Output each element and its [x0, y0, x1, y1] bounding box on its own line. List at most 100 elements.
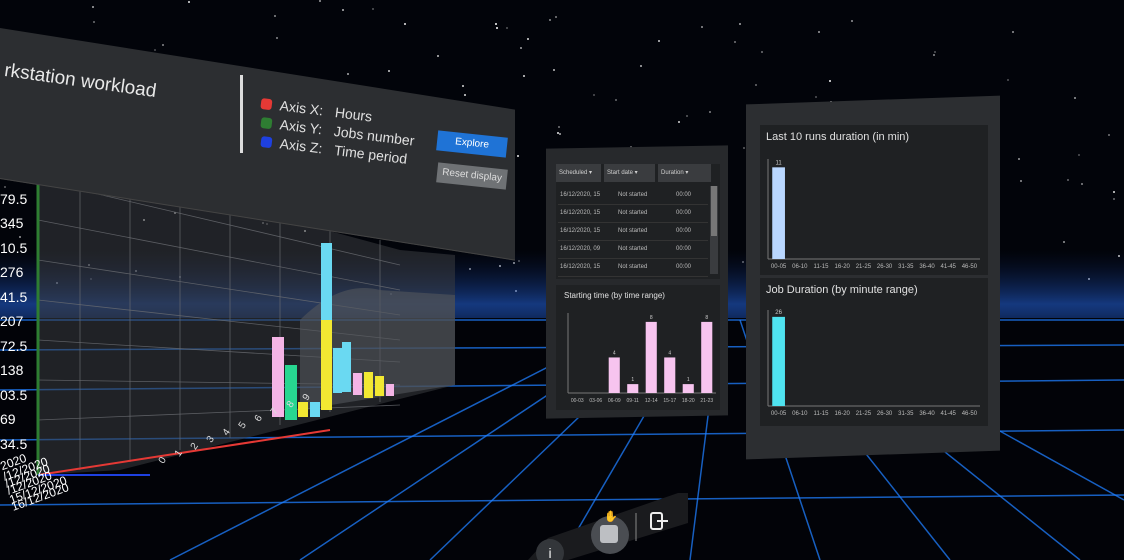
bar — [664, 357, 676, 393]
x-tick-label: 06-10 — [792, 264, 808, 270]
x-tick-label: 41-45 — [941, 411, 957, 417]
table-cell[interactable]: 16/12/2020, 15 — [560, 192, 600, 198]
table-cell[interactable]: 00:00 — [676, 210, 691, 216]
column-label: Duration — [661, 170, 684, 176]
x-tick-label: 09-11 — [627, 398, 640, 404]
last-runs-plot: 11 00-05 06-10 11-15 16-20 21-25 26-30 31-35 36-… — [767, 159, 980, 270]
x-tick-label: 7 — [268, 406, 281, 417]
table-cell[interactable]: 00:00 — [676, 192, 691, 198]
bar-value-label: 4 — [613, 350, 616, 356]
table-cell[interactable]: 16/12/2020, 15 — [560, 210, 600, 216]
column-header-scheduled[interactable]: Scheduled ▾ — [556, 164, 601, 182]
legend-color-swatch — [260, 116, 273, 130]
y-tick-label: 138 — [0, 362, 24, 378]
table-cell[interactable]: Not started — [618, 192, 647, 198]
x-tick-label: 00-03 — [571, 398, 584, 404]
y-tick-label: 79.5 — [0, 190, 28, 207]
x-tick-label: 16-20 — [835, 411, 851, 417]
bar — [645, 321, 657, 393]
x-tick-label: 36-40 — [919, 411, 935, 417]
table-cell[interactable]: Not started — [618, 228, 647, 234]
x-tick-label: 15-17 — [663, 398, 676, 404]
vr-scene: 41479.534510.527641.520772.513803.56934.… — [0, 0, 1124, 560]
x-tick-label: 31-35 — [898, 411, 914, 417]
x-tick-label: 5 — [236, 420, 249, 431]
y-tick-label: 10.5 — [0, 239, 28, 256]
x-tick-label: 41-45 — [941, 264, 957, 270]
scrollbar-thumb[interactable] — [711, 186, 717, 236]
x-tick-label: 06-09 — [608, 398, 621, 404]
job-duration-plot: 26 00-05 06-10 11-15 16-20 21-25 26-30 31-35 36-… — [767, 310, 980, 417]
table-cell[interactable]: 16/12/2020, 15 — [560, 264, 600, 270]
x-tick-label: 6 — [252, 413, 265, 424]
x-tick-label: 46-50 — [962, 411, 978, 417]
row-divider — [558, 276, 708, 277]
starting-time-chart: Starting time (by time range) 00-03 03-06… — [556, 285, 720, 410]
x-tick-label: 03-06 — [589, 398, 602, 404]
table-cell[interactable]: 16/12/2020, 15 — [560, 228, 600, 234]
column-header-duration[interactable]: Duration ▾ — [658, 164, 711, 182]
3d-bar — [375, 376, 384, 396]
x-tick-label: 26-30 — [877, 264, 893, 270]
y-tick-label: 03.5 — [0, 386, 28, 403]
3d-bar — [333, 348, 342, 393]
3d-bar — [342, 342, 351, 392]
y-tick-label: 34.5 — [0, 435, 28, 452]
x-tick-label: 00-05 — [771, 264, 787, 270]
table-scrollbar[interactable] — [710, 186, 718, 274]
bottom-toolbar: i ✋ — [528, 493, 688, 560]
y-tick-label: 207 — [0, 313, 24, 329]
x-tick-label: 3 — [204, 434, 217, 445]
header-divider — [240, 75, 243, 153]
x-tick-label: 26-30 — [877, 411, 893, 417]
chart-title: Job Duration (by minute range) — [766, 284, 918, 296]
x-tick-label: 1 — [172, 448, 185, 459]
bar — [627, 384, 639, 393]
x-tick-label: 21-23 — [700, 398, 713, 404]
y-tick-label: 72.5 — [0, 337, 28, 354]
bar-value-label: 1 — [687, 377, 690, 383]
schedule-table[interactable]: Scheduled ▾ Start date ▾ Duration ▾ 16/1… — [556, 164, 720, 279]
x-tick-label: 06-10 — [792, 411, 808, 417]
x-tick-label: 16-20 — [835, 264, 851, 270]
x-tick-label: 46-50 — [962, 264, 978, 270]
bar-value-label: 1 — [631, 377, 634, 383]
3d-bar — [364, 372, 373, 398]
legend-color-swatch — [260, 97, 273, 111]
bar-value-label: 26 — [775, 310, 782, 316]
x-tick-label: 21-25 — [856, 264, 872, 270]
column-header-start-date[interactable]: Start date ▾ — [604, 164, 655, 182]
bar-value-label: 4 — [668, 350, 671, 356]
x-tick-label: 11-15 — [814, 264, 830, 270]
row-divider — [558, 240, 708, 241]
last-runs-chart: Last 10 runs duration (in min) 11 00-05 06… — [760, 125, 988, 275]
x-tick-label: 12-14 — [645, 398, 658, 404]
x-tick-label: 18-20 — [682, 398, 695, 404]
x-tick-label: 21-25 — [856, 411, 872, 417]
table-cell[interactable]: Not started — [618, 246, 647, 252]
legend-color-swatch — [260, 135, 273, 149]
3d-bar — [353, 373, 362, 395]
y-tick-label: 276 — [0, 264, 24, 280]
table-cell[interactable]: Not started — [618, 210, 647, 216]
table-cell[interactable]: 00:00 — [676, 246, 691, 252]
x-tick-label: 2 — [188, 441, 201, 452]
row-divider — [558, 222, 708, 223]
bar — [608, 357, 620, 393]
table-cell[interactable]: 16/12/2020, 09 — [560, 246, 600, 252]
y-tick-label: 41.5 — [0, 288, 28, 305]
table-cell[interactable]: 00:00 — [676, 228, 691, 234]
starting-time-plot: 00-03 03-06 4 06-09 1 09-11 8 12-14 4 15-17 1 18-20… — [567, 313, 716, 404]
y-tick-label: 345 — [0, 215, 24, 231]
row-divider — [558, 204, 708, 205]
bar — [701, 321, 713, 393]
table-cell[interactable]: 00:00 — [676, 264, 691, 270]
column-label: Start date — [607, 170, 634, 176]
job-duration-chart: Job Duration (by minute range) 26 00-05 06… — [760, 278, 988, 426]
x-tick-label: 36-40 — [919, 264, 935, 270]
z-axis-labels: 2020/12/2020/12/2020/12/2020 15/12/2020 16… — [0, 451, 130, 515]
3d-bar — [386, 384, 394, 396]
table-cell[interactable]: Not started — [618, 264, 647, 270]
bar-value-label: 8 — [705, 315, 708, 321]
svg-text:✋: ✋ — [604, 510, 618, 523]
